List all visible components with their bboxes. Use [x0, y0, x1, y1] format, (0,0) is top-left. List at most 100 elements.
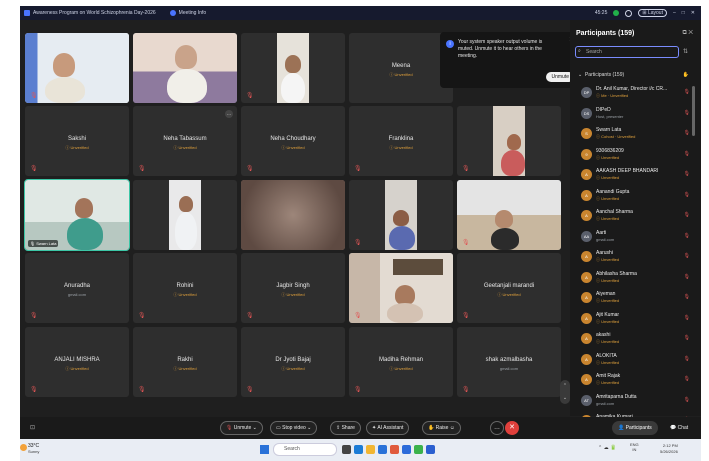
close-button[interactable]: ✕: [691, 10, 695, 16]
outlook-icon[interactable]: [402, 445, 411, 454]
chrome-icon[interactable]: [414, 445, 423, 454]
ai-assistant-button[interactable]: ✦ AI Assistant: [366, 421, 410, 435]
taskbar-search-box[interactable]: Search: [273, 443, 337, 456]
mic-muted-icon: 🎙: [683, 376, 690, 382]
participant-row[interactable]: DS DIPeD Host, presenter 🎙: [578, 104, 690, 125]
participant-row[interactable]: 9 9306836209 ⓘ Unverified 🎙: [578, 145, 690, 166]
video-tile[interactable]: Rakhi ⓘ Unverified 🎙: [133, 327, 237, 397]
file-explorer-icon[interactable]: [366, 445, 375, 454]
video-tile[interactable]: [241, 180, 345, 250]
stop-video-button[interactable]: ▭ Stop video ⌄: [270, 421, 318, 435]
video-tile[interactable]: 🎙: [457, 180, 561, 250]
participant-row[interactable]: A Aanchal Sharma ⓘ Unverified 🎙: [578, 206, 690, 227]
video-tile[interactable]: 🎙: [349, 253, 453, 323]
participant-row[interactable]: A Ajit Kumar ⓘ Unverified 🎙: [578, 309, 690, 330]
video-tile[interactable]: Sakshi ⓘ Unverified 🎙: [25, 106, 129, 176]
video-tile[interactable]: ANJALI MISHRA ⓘ Unverified 🎙: [25, 327, 129, 397]
participant-name: Neha Tabassum: [163, 136, 207, 142]
weather-widget[interactable]: 33°C Sunny: [28, 443, 39, 454]
system-clock[interactable]: 2:12 PM 5/26/2026: [660, 443, 678, 455]
video-tile[interactable]: 🎙: [457, 106, 561, 176]
unmute-button[interactable]: 🎙 Unmute ⌄: [220, 421, 263, 435]
video-tile[interactable]: [133, 180, 237, 250]
video-tile-active-speaker[interactable]: 🎙 Swarn Lata: [24, 179, 130, 251]
participant-row[interactable]: A Abhilasha Sharma ⓘ Unverified 🎙: [578, 268, 690, 289]
windows-taskbar: 33°C Sunny ⌕ Search ⌃ ☁ 🔋 ENGIN 2:12 PM5…: [20, 439, 701, 461]
video-tile[interactable]: Franklina ⓘ Unverified 🎙: [349, 106, 453, 176]
participant-row[interactable]: DP Dr. Anil Kumar, Director i/c CR... ⓘ Me…: [578, 83, 690, 104]
grid-scroll-button[interactable]: ⌃ ⌄: [560, 380, 570, 404]
mic-muted-icon: 🎙: [30, 93, 38, 99]
participant-status: ⓘ Unverified: [281, 145, 305, 150]
participant-row[interactable]: A Aiyeman ⓘ Unverified 🎙: [578, 288, 690, 309]
participant-status: ⓘ Me · Unverified: [596, 93, 629, 98]
raise-button[interactable]: ✋ Raise ☺: [422, 421, 461, 435]
chat-button[interactable]: 💬 Chat: [670, 421, 688, 435]
meeting-timer: 45:25: [594, 10, 608, 16]
meeting-info-label: Meeting Info: [178, 10, 207, 16]
webex-icon[interactable]: [426, 445, 435, 454]
system-tray[interactable]: ⌃ ☁ 🔋: [598, 445, 616, 451]
participant-status: ⓘ Unverified: [389, 72, 413, 77]
windows-start-icon[interactable]: [260, 445, 269, 454]
record-icon[interactable]: [625, 9, 633, 17]
avatar: A: [581, 169, 592, 180]
speaker-muted-notification: i Your system speaker output volume is m…: [440, 32, 580, 88]
video-tile[interactable]: 🎙: [25, 33, 129, 103]
mic-muted-icon: 🎙: [683, 294, 690, 300]
video-tile[interactable]: 🎙: [349, 180, 453, 250]
meeting-controls-bar: ⊡ 🎙 Unmute ⌄ ▭ Stop video ⌄ ⇪ Share ✦ AI…: [20, 417, 701, 439]
participants-group-header[interactable]: ⌄ Participants (159): [578, 72, 624, 78]
video-tile[interactable]: Neha Tabassum ⓘ Unverified 🎙 …: [133, 106, 237, 176]
video-tile[interactable]: Rohini ⓘ Unverified 🎙: [133, 253, 237, 323]
participant-row[interactable]: AA Aarti gmail.com 🎙: [578, 227, 690, 248]
participant-status: ⓘ Unverified: [596, 195, 620, 201]
participant-name: Meena: [391, 63, 411, 69]
participant-name: Rakhi: [177, 357, 193, 363]
participant-row[interactable]: A Amit Rajak ⓘ Unverified 🎙: [578, 370, 690, 391]
video-tile[interactable]: 🎙: [241, 33, 345, 103]
participant-row[interactable]: AT Amritaparna Dutta gmail.com 🎙: [578, 391, 690, 412]
more-icon[interactable]: …: [490, 421, 504, 435]
language-indicator[interactable]: ENG IN: [630, 442, 639, 452]
participant-row[interactable]: Aakashi ⓘ Unverified 🎙: [578, 329, 690, 350]
participants-button[interactable]: 👤 Participants: [612, 421, 658, 435]
share-button[interactable]: ⇪ Share: [330, 421, 361, 435]
sort-icon[interactable]: ⇅: [683, 48, 688, 55]
meeting-title[interactable]: Awareness Program on World Schizophrenia…: [24, 10, 156, 16]
participant-search-input[interactable]: Search: [575, 46, 679, 58]
participant-name: DIPeD: [596, 106, 611, 113]
task-view-icon[interactable]: [342, 445, 351, 454]
participant-row[interactable]: A ALOKITA ⓘ Unverified 🎙: [578, 350, 690, 371]
captions-icon[interactable]: ⊡: [30, 424, 35, 431]
participant-status: ⓘ Unverified: [173, 366, 197, 371]
edge-icon[interactable]: [354, 445, 363, 454]
video-tile[interactable]: Geetanjali marandi ⓘ Unverified 🎙: [457, 253, 561, 323]
office-icon[interactable]: [390, 445, 399, 454]
video-tile[interactable]: Jagbir Singh ⓘ Unverified 🎙: [241, 253, 345, 323]
video-tile[interactable]: shak azmalbasha gmail.com 🎙: [457, 327, 561, 397]
panel-scrollbar[interactable]: [692, 86, 695, 136]
participant-row[interactable]: A AAKASH DEEP BHANDARI ⓘ Unverified 🎙: [578, 165, 690, 186]
video-grid: 🎙 🎙 Meena ⓘ Unverified Sakshi ⓘ Unverifi…: [22, 33, 561, 417]
participant-row[interactable]: A Aanandi Gupta ⓘ Unverified 🎙: [578, 186, 690, 207]
video-tile[interactable]: Madiha Rehman ⓘ Unverified 🎙: [349, 327, 453, 397]
more-options-icon[interactable]: …: [225, 110, 233, 118]
video-tile[interactable]: Anuradha gmail.com 🎙: [25, 253, 129, 323]
maximize-button[interactable]: □: [682, 10, 685, 16]
meeting-info[interactable]: Meeting Info: [169, 10, 207, 16]
participant-row[interactable]: A Aarushi ⓘ Unverified 🎙: [578, 247, 690, 268]
video-tile[interactable]: [133, 33, 237, 103]
mic-muted-icon: 🎙: [30, 166, 38, 172]
video-tile[interactable]: Meena ⓘ Unverified: [349, 33, 453, 103]
leave-button[interactable]: ✕: [505, 421, 519, 435]
participant-row[interactable]: S Swarn Lata ⓘ Cohost · Unverified 🎙: [578, 124, 690, 145]
video-tile[interactable]: Dr Jyoti Bajaj ⓘ Unverified 🎙: [241, 327, 345, 397]
store-icon[interactable]: [378, 445, 387, 454]
layout-button[interactable]: ⊞ Layout: [638, 9, 667, 17]
mic-muted-icon: 🎙: [683, 150, 690, 157]
video-tile[interactable]: Neha Choudhary ⓘ Unverified 🎙: [241, 106, 345, 176]
panel-header-icons[interactable]: ⧉ ✕: [682, 30, 693, 37]
minimize-button[interactable]: –: [673, 10, 676, 16]
mic-muted-icon: 🎙: [683, 109, 690, 116]
